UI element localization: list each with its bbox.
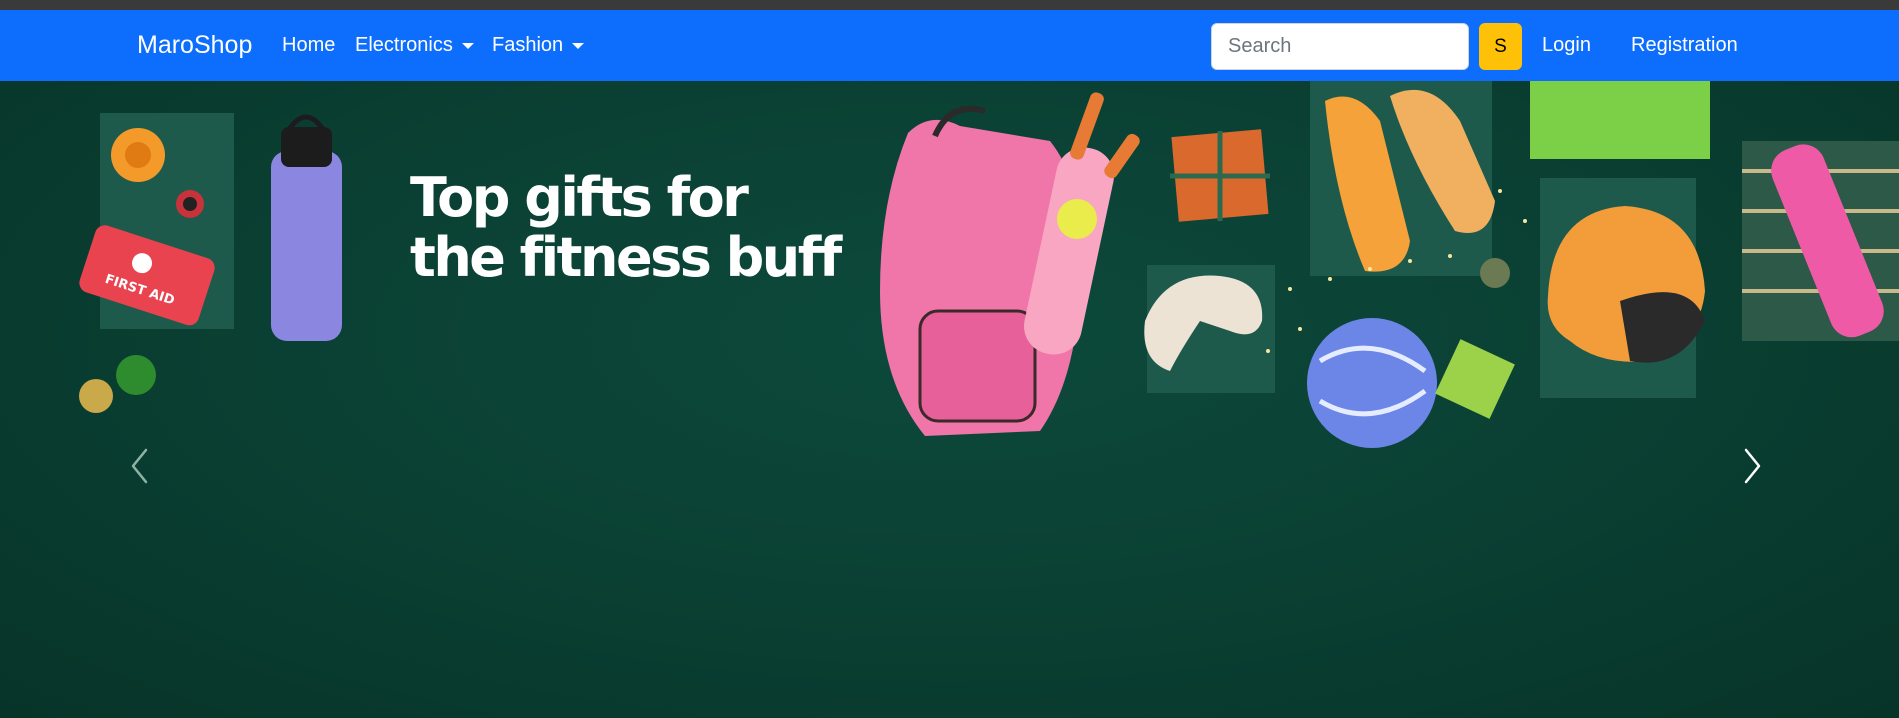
caret-down-icon — [461, 42, 474, 49]
registration-link[interactable]: Registration — [1631, 34, 1738, 57]
registration-label: Registration — [1631, 34, 1738, 56]
carousel-next-button[interactable] — [1733, 436, 1773, 496]
nav-fashion-dropdown[interactable]: Fashion — [492, 34, 585, 57]
login-link[interactable]: Login — [1542, 34, 1591, 57]
nav-fashion-label: Fashion — [492, 34, 564, 56]
nav-home[interactable]: Home — [282, 34, 335, 57]
chevron-right-icon — [1744, 448, 1761, 484]
hero-heading: Top gifts for the fitness buff — [410, 168, 870, 288]
nav-home-label: Home — [282, 34, 336, 56]
purple-bottle — [271, 151, 342, 341]
hero-carousel: FIRST AID Top gifts for the fitness buff — [0, 81, 1899, 718]
chevron-left-icon — [131, 448, 148, 484]
green-gift — [1435, 339, 1515, 419]
olive-bauble — [1480, 258, 1510, 288]
lime-gift-box — [1530, 81, 1710, 159]
gold-bauble — [79, 379, 113, 413]
hero-heading-line-1: Top gifts for — [410, 166, 749, 229]
hero-heading-line-2: the fitness buff — [410, 226, 842, 289]
carousel-prev-button[interactable] — [119, 436, 159, 496]
brand-logo[interactable]: MaroShop — [137, 31, 252, 60]
search-button[interactable]: S — [1479, 23, 1522, 70]
navbar: MaroShop Home Electronics Fashion S Logi… — [0, 10, 1899, 81]
browser-top-strip — [0, 0, 1899, 10]
nav-electronics-dropdown[interactable]: Electronics — [355, 34, 474, 57]
green-bauble — [116, 355, 156, 395]
caret-down-icon — [572, 42, 585, 49]
nav-electronics-label: Electronics — [355, 34, 453, 56]
search-input[interactable] — [1211, 23, 1469, 70]
soccer-ball — [1307, 318, 1437, 448]
login-label: Login — [1542, 34, 1591, 56]
hero-banner-image: FIRST AID — [79, 81, 1899, 448]
